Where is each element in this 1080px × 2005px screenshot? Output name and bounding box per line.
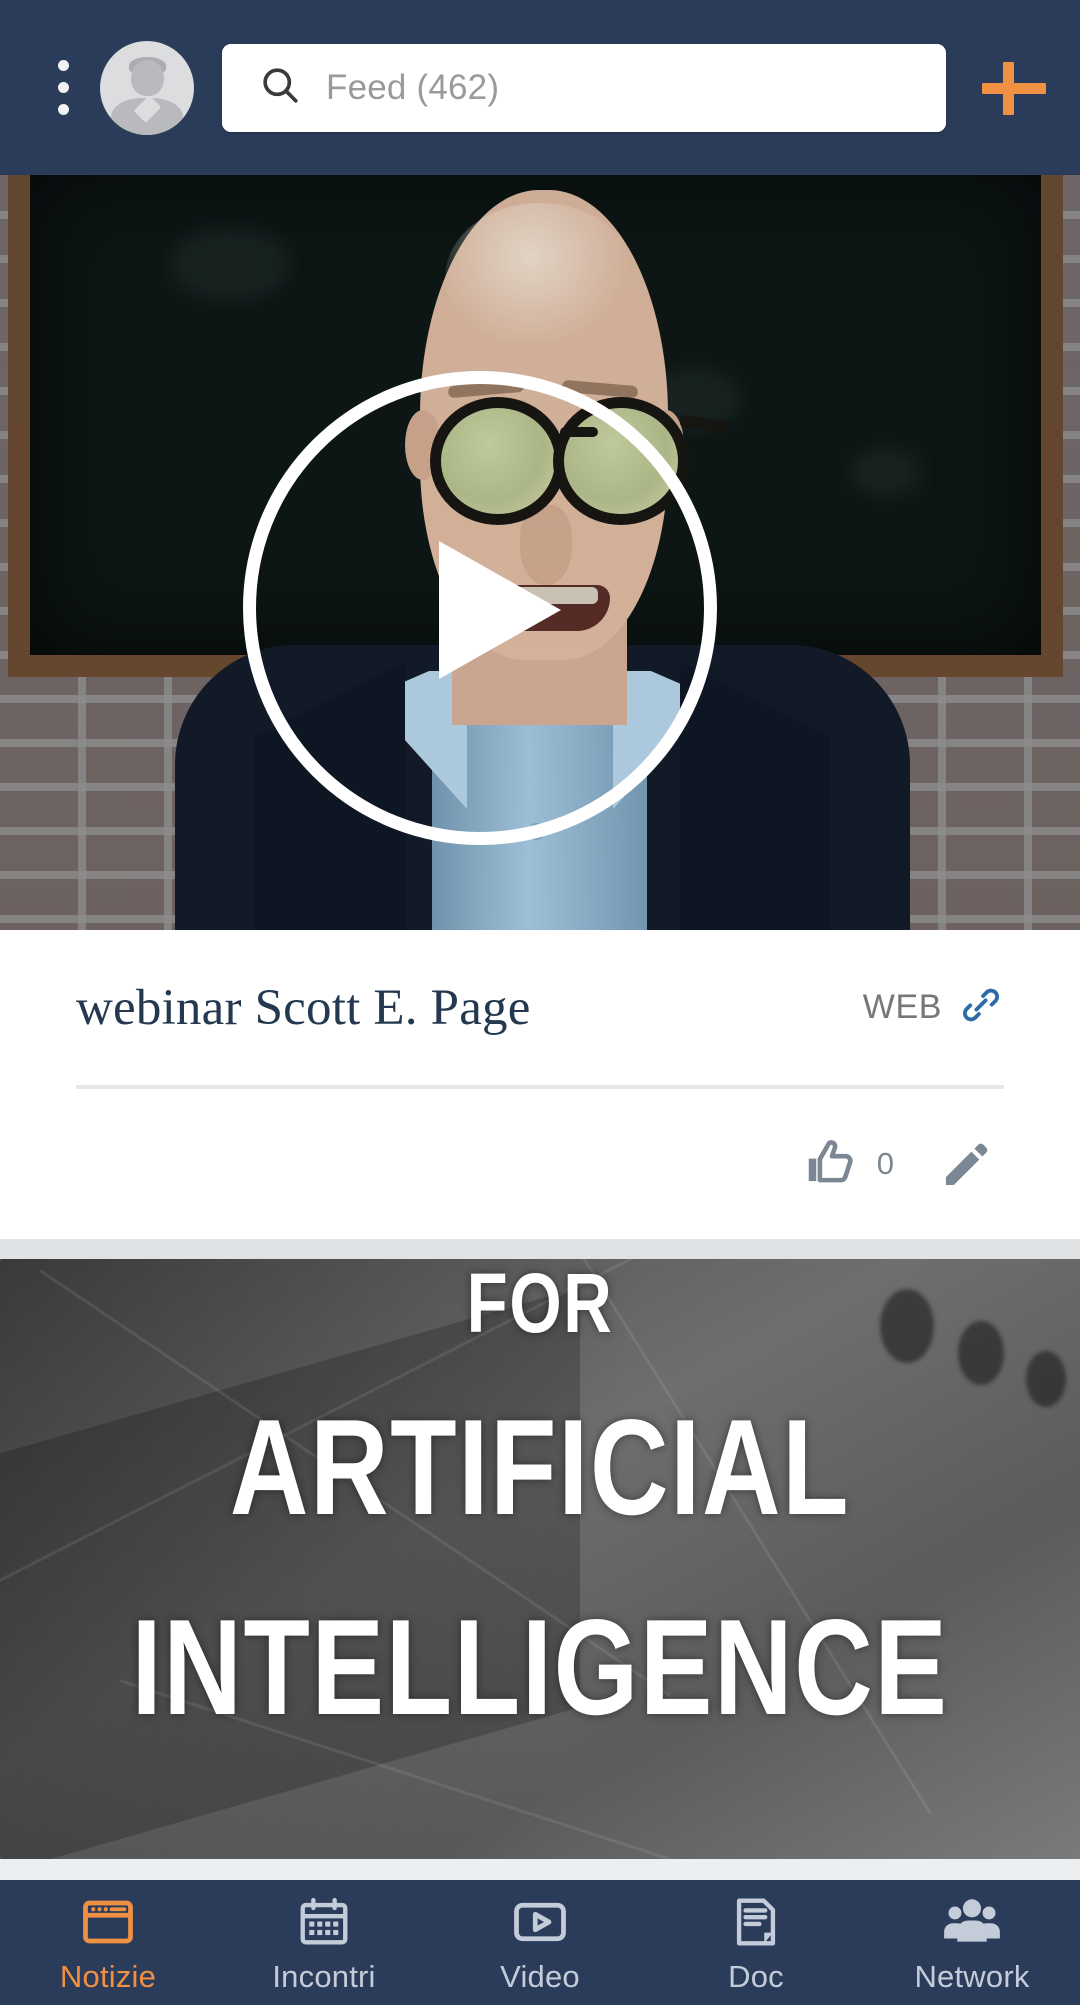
add-button[interactable] bbox=[976, 50, 1052, 126]
nav-item-doc[interactable]: Doc bbox=[648, 1880, 864, 2005]
nav-label-doc: Doc bbox=[728, 1958, 784, 1994]
play-triangle bbox=[439, 541, 561, 679]
link-icon bbox=[958, 982, 1004, 1033]
image-caption-line-3: INTELLIGENCE bbox=[131, 1591, 949, 1743]
browser-window-icon bbox=[78, 1891, 138, 1953]
video-thumbnail[interactable] bbox=[0, 175, 1080, 930]
thumbs-up-icon bbox=[802, 1133, 860, 1196]
video-post-title-row: webinar Scott E. Page WEB bbox=[76, 930, 1004, 1085]
image-caption-line-2: ARTIFICIAL bbox=[229, 1391, 851, 1543]
nav-label-network: Network bbox=[914, 1958, 1030, 1994]
feed-separator bbox=[0, 1239, 1080, 1259]
nav-item-incontri[interactable]: Incontri bbox=[216, 1880, 432, 2005]
like-button[interactable]: 0 bbox=[802, 1133, 894, 1196]
post-source-label: WEB bbox=[862, 988, 942, 1026]
kebab-menu-icon[interactable] bbox=[48, 51, 78, 125]
people-group-icon bbox=[941, 1891, 1003, 1953]
search-placeholder: Feed (462) bbox=[326, 67, 500, 107]
bottom-navigation: Notizie Incontri Video Doc Network bbox=[0, 1880, 1080, 2005]
nav-label-incontri: Incontri bbox=[272, 1958, 376, 1994]
feed-post-image[interactable]: FOR ARTIFICIAL INTELLIGENCE bbox=[0, 1259, 1080, 1859]
video-post-body: webinar Scott E. Page WEB 0 bbox=[0, 930, 1080, 1239]
avatar-head bbox=[130, 59, 164, 96]
play-button-icon[interactable] bbox=[243, 371, 717, 845]
mobile-app-screen: Feed (462) webinar Scott E. Page WEB 0 F… bbox=[0, 0, 1080, 2005]
nav-label-video: Video bbox=[500, 1958, 580, 1994]
post-source-link[interactable]: WEB bbox=[863, 982, 1004, 1033]
edit-button[interactable] bbox=[938, 1136, 994, 1192]
kebab-dot bbox=[57, 60, 69, 71]
avatar[interactable] bbox=[100, 40, 194, 135]
search-icon bbox=[258, 63, 302, 112]
post-actions: 0 bbox=[76, 1089, 1004, 1239]
post-title: webinar Scott E. Page bbox=[76, 979, 531, 1036]
nav-label-notizie: Notizie bbox=[59, 1958, 157, 1994]
like-count: 0 bbox=[876, 1146, 894, 1181]
video-play-icon bbox=[510, 1891, 570, 1953]
image-porthole bbox=[1026, 1351, 1066, 1407]
image-caption-line-1: FOR bbox=[466, 1259, 614, 1350]
calendar-icon bbox=[295, 1891, 353, 1953]
nav-item-network[interactable]: Network bbox=[864, 1880, 1080, 2005]
feed-post-video: webinar Scott E. Page WEB 0 bbox=[0, 175, 1080, 1239]
nav-item-video[interactable]: Video bbox=[432, 1880, 648, 2005]
kebab-dot bbox=[57, 82, 69, 93]
document-icon bbox=[727, 1891, 785, 1953]
search-input[interactable]: Feed (462) bbox=[222, 43, 946, 132]
app-header: Feed (462) bbox=[0, 0, 1080, 175]
feed-list[interactable]: webinar Scott E. Page WEB 0 FOR ARTIFICI… bbox=[0, 175, 1080, 1880]
nav-item-notizie[interactable]: Notizie bbox=[0, 1880, 216, 2005]
kebab-dot bbox=[57, 104, 69, 115]
